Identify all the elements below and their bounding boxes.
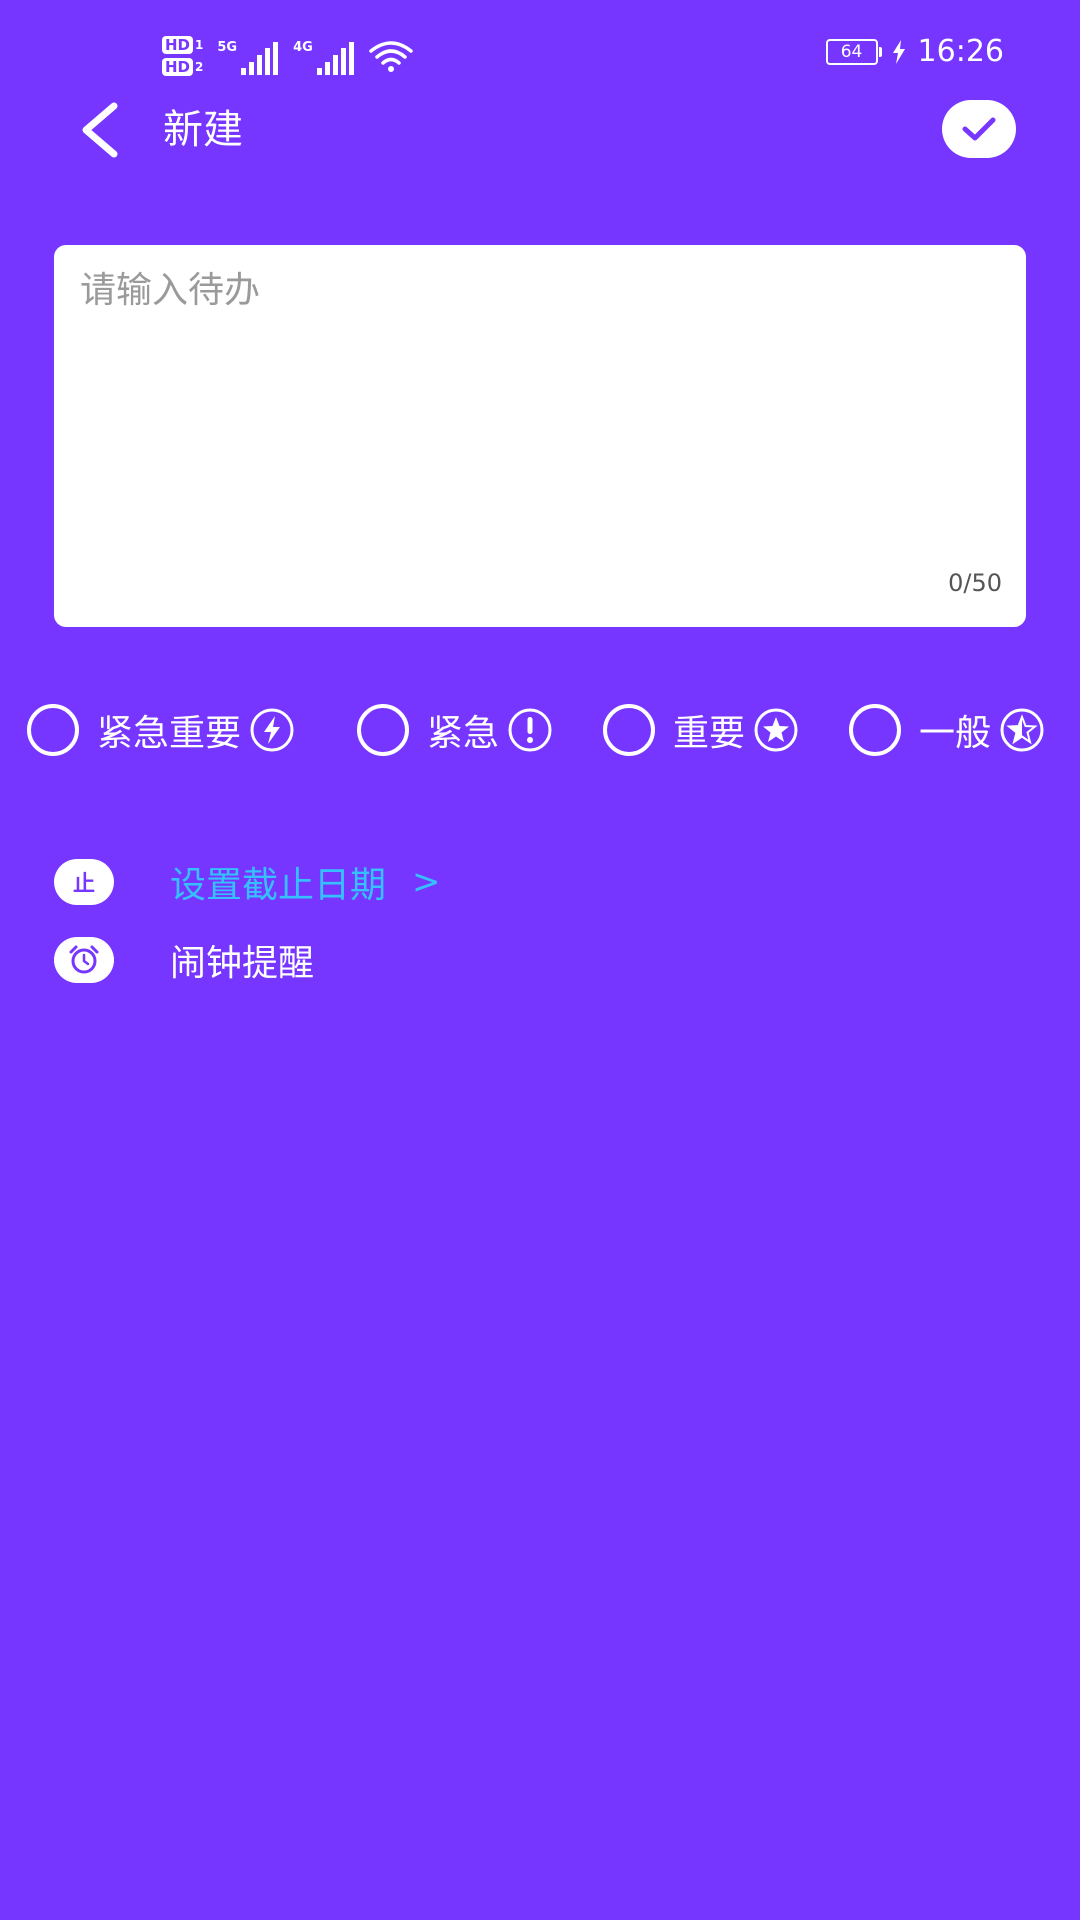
app-header: 新建	[0, 90, 1080, 170]
alarm-clock-glyph	[69, 945, 99, 974]
radio-button[interactable]	[849, 704, 901, 756]
deadline-option[interactable]: 止 设置截止日期 >	[54, 852, 441, 912]
char-counter: 0/50	[948, 569, 1002, 597]
sim2-index: 2	[195, 60, 204, 74]
status-bar-left: HD 1 HD 2 5G 4G	[162, 28, 413, 84]
network-4g: 4G	[293, 36, 355, 76]
sim1-index: 1	[195, 38, 204, 52]
todo-input[interactable]	[80, 267, 1000, 547]
priority-label: 紧急	[427, 713, 500, 754]
alarm-label: 闹钟提醒	[170, 943, 315, 984]
chevron-left-icon	[82, 102, 118, 158]
alarm-clock-icon	[54, 937, 114, 983]
star-icon	[754, 708, 798, 752]
back-button[interactable]	[70, 98, 130, 162]
hd-badge: HD	[162, 36, 194, 54]
confirm-button[interactable]	[942, 100, 1016, 158]
signal-icon	[241, 42, 279, 75]
sim1-indicator: HD 1	[162, 36, 203, 54]
deadline-icon-text: 止	[72, 872, 95, 897]
sim2-indicator: HD 2	[162, 58, 203, 76]
status-bar-right: 64 16:26	[825, 34, 1004, 69]
priority-label: 重要	[673, 713, 746, 754]
lightning-icon	[250, 708, 294, 752]
alarm-option[interactable]: 闹钟提醒	[54, 930, 314, 990]
radio-button[interactable]	[27, 704, 79, 756]
priority-label: 一般	[919, 713, 992, 754]
sim-indicators: HD 1 HD 2	[162, 36, 203, 76]
radio-button[interactable]	[357, 704, 409, 756]
priority-selector: 紧急重要 紧急 重要 一般	[0, 700, 1080, 760]
priority-label: 紧急重要	[97, 713, 242, 754]
priority-normal[interactable]: 一般	[849, 700, 1045, 760]
network-5g: 5G	[217, 36, 279, 76]
deadline-icon: 止	[54, 859, 114, 905]
exclamation-icon	[508, 708, 552, 752]
battery-level: 64	[840, 41, 863, 62]
hd-badge: HD	[162, 58, 194, 76]
priority-urgent[interactable]: 紧急	[357, 700, 553, 760]
deadline-label: 设置截止日期	[170, 865, 387, 906]
page-title: 新建	[163, 107, 243, 153]
deadline-arrow: >	[412, 862, 441, 902]
network-type-label: 4G	[293, 40, 313, 55]
network-type-label: 5G	[217, 40, 238, 55]
priority-important[interactable]: 重要	[603, 700, 799, 760]
wifi-icon	[369, 41, 413, 72]
signal-icon	[316, 42, 354, 75]
todo-input-card: 0/50	[54, 245, 1026, 627]
priority-urgent-important[interactable]: 紧急重要	[27, 700, 295, 760]
half-star-icon	[1000, 708, 1044, 752]
radio-button[interactable]	[603, 704, 655, 756]
check-icon	[962, 117, 996, 141]
charging-icon	[892, 39, 905, 64]
clock: 16:26	[917, 34, 1004, 69]
battery-indicator: 64	[825, 38, 882, 65]
